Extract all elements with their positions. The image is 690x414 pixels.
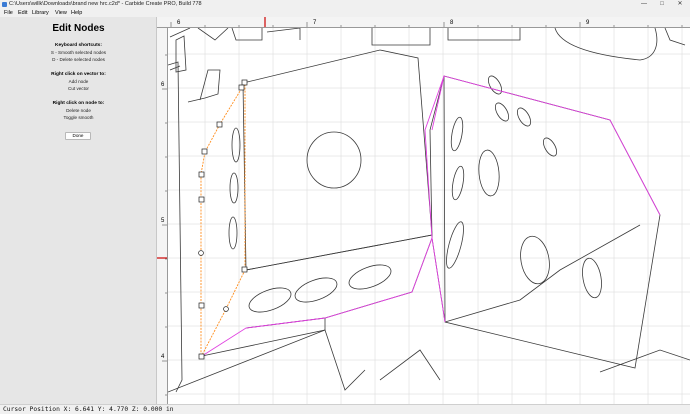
maximize-button[interactable]: □ [654,0,670,9]
menu-edit[interactable]: Edit [18,10,27,16]
h-tick-label: 7 [313,20,317,26]
h-tick-label: 9 [586,20,590,26]
node-handle[interactable] [198,302,205,309]
top-vector-1[interactable] [169,28,229,41]
vector-cut: Cut vector [68,86,89,91]
right-die-outline[interactable] [443,75,661,369]
bottom-vector-3[interactable] [599,349,690,373]
window-title: C:\Users\willk\Downloads\brand new hrc.c… [9,1,202,7]
v-tick-label: 4 [161,354,165,360]
h-tick-label: 6 [177,20,181,26]
menu-library[interactable]: Library [32,10,49,16]
bottom-vector-1[interactable] [168,329,366,393]
pip[interactable] [229,172,239,204]
node-handle[interactable] [216,121,223,128]
selected-vector-path[interactable] [201,75,661,357]
pip[interactable] [306,131,362,189]
edit-vector-path[interactable] [200,82,246,358]
minimize-button[interactable]: — [636,0,652,9]
menu-help[interactable]: Help [71,10,82,16]
pip[interactable] [541,136,560,158]
node-handle[interactable] [241,79,248,86]
shortcuts-header: Keyboard shortcuts: [55,43,102,48]
node-handle[interactable] [201,148,208,155]
horizontal-ruler-ticks: 6 7 8 9 [170,17,683,27]
shortcut-smooth: S - Smooth selected nodes [50,50,107,55]
menu-bar: File Edit Library View Help [0,9,690,17]
node-delete: Delete node [66,108,91,113]
node-handle[interactable] [198,171,205,178]
app-icon [2,2,7,7]
node-handle[interactable] [198,353,205,360]
node-toggle-smooth: Toggle smooth [63,115,94,120]
design-canvas[interactable] [168,28,690,404]
top-vector-2[interactable] [231,28,263,41]
vertical-ruler-ticks: 6 5 4 [157,54,167,396]
menu-view[interactable]: View [55,10,67,16]
node-handle[interactable] [238,84,245,91]
close-button[interactable]: ✕ [672,0,688,9]
edit-nodes-panel: Edit Nodes Keyboard shortcuts: S - Smoot… [0,17,157,404]
right-die-inner-edge[interactable] [444,224,641,323]
v-tick-label: 6 [161,82,165,88]
pip[interactable] [515,106,534,128]
top-vector-4[interactable] [371,28,431,46]
smooth-node-handle[interactable] [198,250,204,256]
bottom-vector-2[interactable] [379,349,441,381]
top-vector-3[interactable] [266,28,301,40]
pip[interactable] [346,260,394,294]
left-die-face-front[interactable] [242,49,433,271]
top-vector-6[interactable] [554,28,658,61]
horizontal-ruler: 6 7 8 9 [157,17,690,28]
vector-header: Right click on vector to: [51,72,106,77]
pip[interactable] [228,216,238,250]
left-edge-vector[interactable] [168,61,183,393]
vector-add-node: Add node [68,79,89,84]
v-tick-label: 5 [161,218,165,224]
h-tick-label: 8 [450,20,454,26]
shortcut-delete: D - Delete selected nodes [52,57,105,62]
canvas-drawing[interactable] [168,28,690,404]
smooth-node-handle[interactable] [223,306,229,312]
node-handle[interactable] [198,196,205,203]
pip[interactable] [486,74,505,96]
title-bar: C:\Users\willk\Downloads\brand new hrc.c… [0,0,690,9]
pip[interactable] [477,149,501,197]
pip[interactable] [449,116,465,152]
status-bar: Cursor Position X: 6.641 Y: 4.770 Z: 0.0… [0,404,690,414]
top-vector-5[interactable] [447,28,521,41]
done-button[interactable]: Done [65,132,91,140]
menu-file[interactable]: File [4,10,13,16]
cursor-position-readout: Cursor Position X: 6.641 Y: 4.770 Z: 0.0… [3,406,174,413]
pip[interactable] [292,273,340,307]
node-header: Right click on node to: [52,101,105,106]
pip[interactable] [517,234,553,286]
pip[interactable] [580,257,605,300]
vertical-ruler: 6 5 4 [157,28,168,404]
pip[interactable] [450,165,466,201]
pip[interactable] [443,220,467,269]
node-handle[interactable] [241,266,248,273]
panel-title: Edit Nodes [52,23,105,34]
pip[interactable] [493,101,512,123]
pip[interactable] [246,283,294,317]
